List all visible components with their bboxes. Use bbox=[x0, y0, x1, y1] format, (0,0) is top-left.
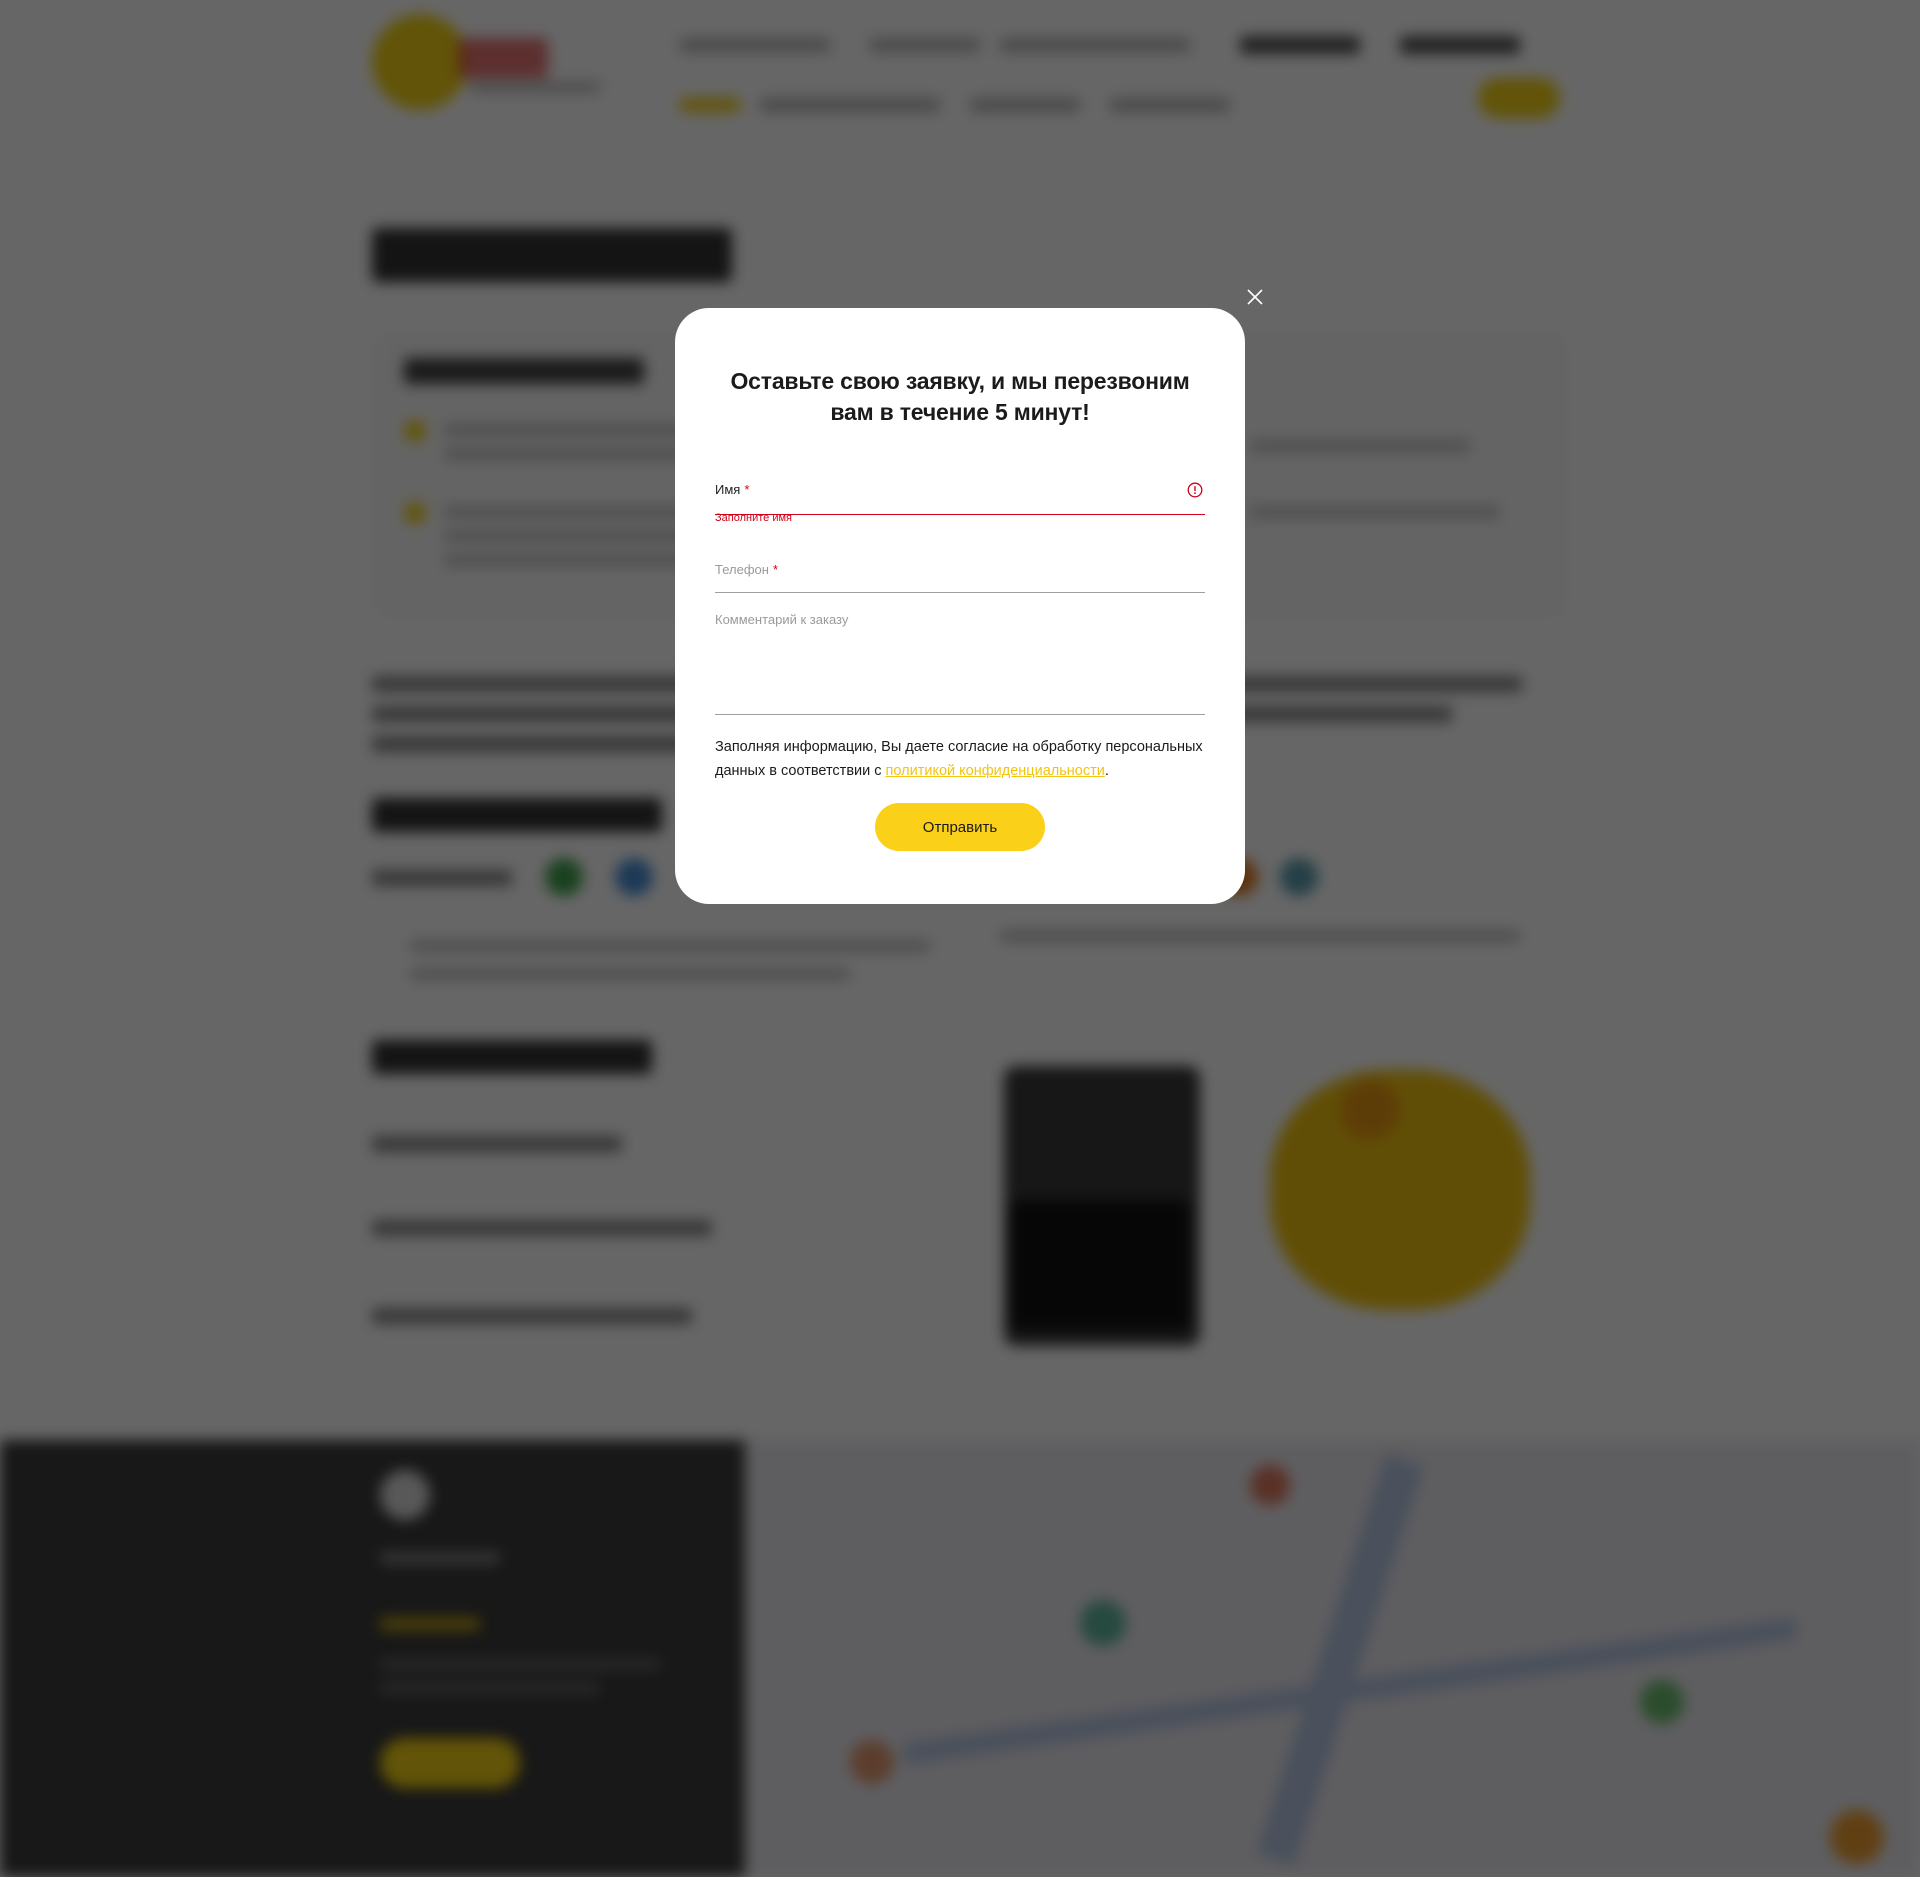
submit-button[interactable]: Отправить bbox=[875, 803, 1045, 851]
consent-text-end: . bbox=[1104, 763, 1109, 779]
required-mark: * bbox=[744, 482, 750, 497]
close-icon[interactable] bbox=[1244, 286, 1266, 308]
consent-text: Заполняя информацию, Вы даете согласие н… bbox=[715, 735, 1205, 783]
phone-label-text: Телефон bbox=[715, 562, 769, 577]
modal-overlay[interactable] bbox=[0, 0, 1920, 1877]
modal-title: Оставьте свою заявку, и мы перезвоним ва… bbox=[730, 368, 1190, 425]
name-label-text: Имя bbox=[715, 482, 741, 497]
comment-field[interactable]: Комментарий к заказу bbox=[715, 604, 1205, 715]
name-error-message: Заполните имя bbox=[715, 512, 792, 524]
name-field[interactable]: Имя * bbox=[715, 474, 1205, 515]
comment-label: Комментарий к заказу bbox=[715, 612, 849, 627]
phone-label: Телефон * bbox=[715, 562, 778, 577]
error-circle-icon bbox=[1187, 482, 1203, 498]
privacy-policy-link[interactable]: политикой конфиденциальности bbox=[886, 763, 1105, 779]
phone-field[interactable]: Телефон * bbox=[715, 554, 1205, 593]
name-label: Имя * bbox=[715, 482, 749, 497]
required-mark: * bbox=[772, 562, 778, 577]
callback-modal: Оставьте свою заявку, и мы перезвоним ва… bbox=[675, 308, 1245, 904]
